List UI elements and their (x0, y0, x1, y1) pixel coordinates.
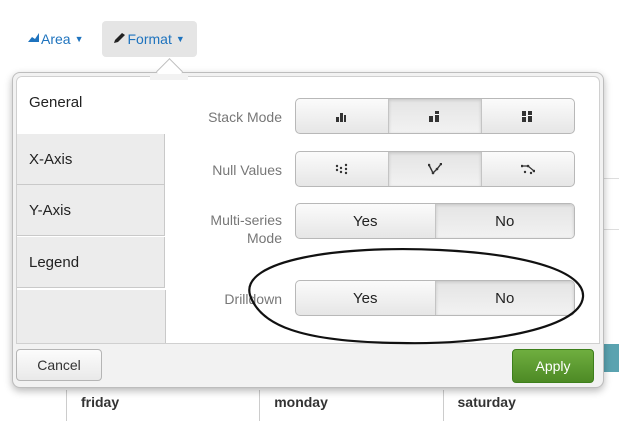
stacked-100-icon (522, 110, 532, 122)
format-popover-body: General X-Axis Y-Axis Legend Stack Mode … (16, 76, 600, 344)
table-header-cell: monday (259, 390, 442, 421)
pencil-icon (113, 32, 126, 46)
stack-mode-control (295, 98, 575, 134)
pointer-cover (150, 74, 188, 80)
tab-general[interactable]: General (17, 77, 165, 128)
table-header-row: friday monday saturday (66, 390, 606, 421)
visualization-toolbar: Area ▼ Format ▼ (16, 20, 197, 58)
tab-y-axis[interactable]: Y-Axis (17, 185, 165, 236)
format-menu-button[interactable]: Format ▼ (101, 21, 197, 57)
multi-series-no-option[interactable]: No (434, 204, 574, 238)
multi-series-label-line2: Mode (246, 230, 282, 246)
multi-series-yes-option[interactable]: Yes (296, 204, 435, 238)
format-tabs: General X-Axis Y-Axis Legend (17, 77, 167, 343)
chevron-down-icon: ▼ (74, 34, 84, 44)
null-values-connect-option[interactable] (481, 152, 574, 186)
stack-mode-stacked-option[interactable] (388, 99, 481, 133)
cancel-button[interactable]: Cancel (16, 349, 102, 381)
stack-mode-none-option[interactable] (296, 99, 388, 133)
chevron-down-icon: ▼ (175, 34, 185, 44)
connect-icon (521, 164, 535, 175)
tabs-filler (17, 290, 166, 343)
multi-series-mode-label: Multi-series Mode (177, 211, 282, 247)
drilldown-control: Yes No (295, 280, 575, 316)
drilldown-no-option[interactable]: No (434, 281, 574, 315)
apply-button[interactable]: Apply (512, 349, 594, 383)
tab-x-axis[interactable]: X-Axis (17, 134, 165, 185)
stack-mode-label: Stack Mode (208, 109, 282, 125)
table-header-cell: friday (66, 390, 259, 421)
stack-mode-stacked-100-option[interactable] (481, 99, 574, 133)
gaps-icon (335, 163, 348, 175)
stack-none-icon (336, 112, 346, 122)
drilldown-yes-option[interactable]: Yes (296, 281, 435, 315)
stacked-icon (429, 110, 439, 122)
multi-series-mode-control: Yes No (295, 203, 575, 239)
null-values-gaps-option[interactable] (296, 152, 388, 186)
null-values-label: Null Values (212, 162, 282, 178)
format-menu-label: Format (127, 31, 172, 47)
area-chart-icon (28, 33, 39, 45)
drilldown-label: Drilldown (224, 291, 282, 307)
null-values-control (295, 151, 575, 187)
table-header-cell: saturday (442, 390, 607, 421)
area-chart-label: Area (41, 31, 71, 47)
zero-icon (428, 163, 442, 175)
multi-series-label-line1: Multi-series (210, 212, 282, 228)
null-values-zero-option[interactable] (388, 152, 481, 186)
format-popover: General X-Axis Y-Axis Legend Stack Mode … (12, 72, 604, 388)
tab-legend[interactable]: Legend (17, 237, 165, 288)
area-chart-menu[interactable]: Area ▼ (16, 21, 96, 57)
